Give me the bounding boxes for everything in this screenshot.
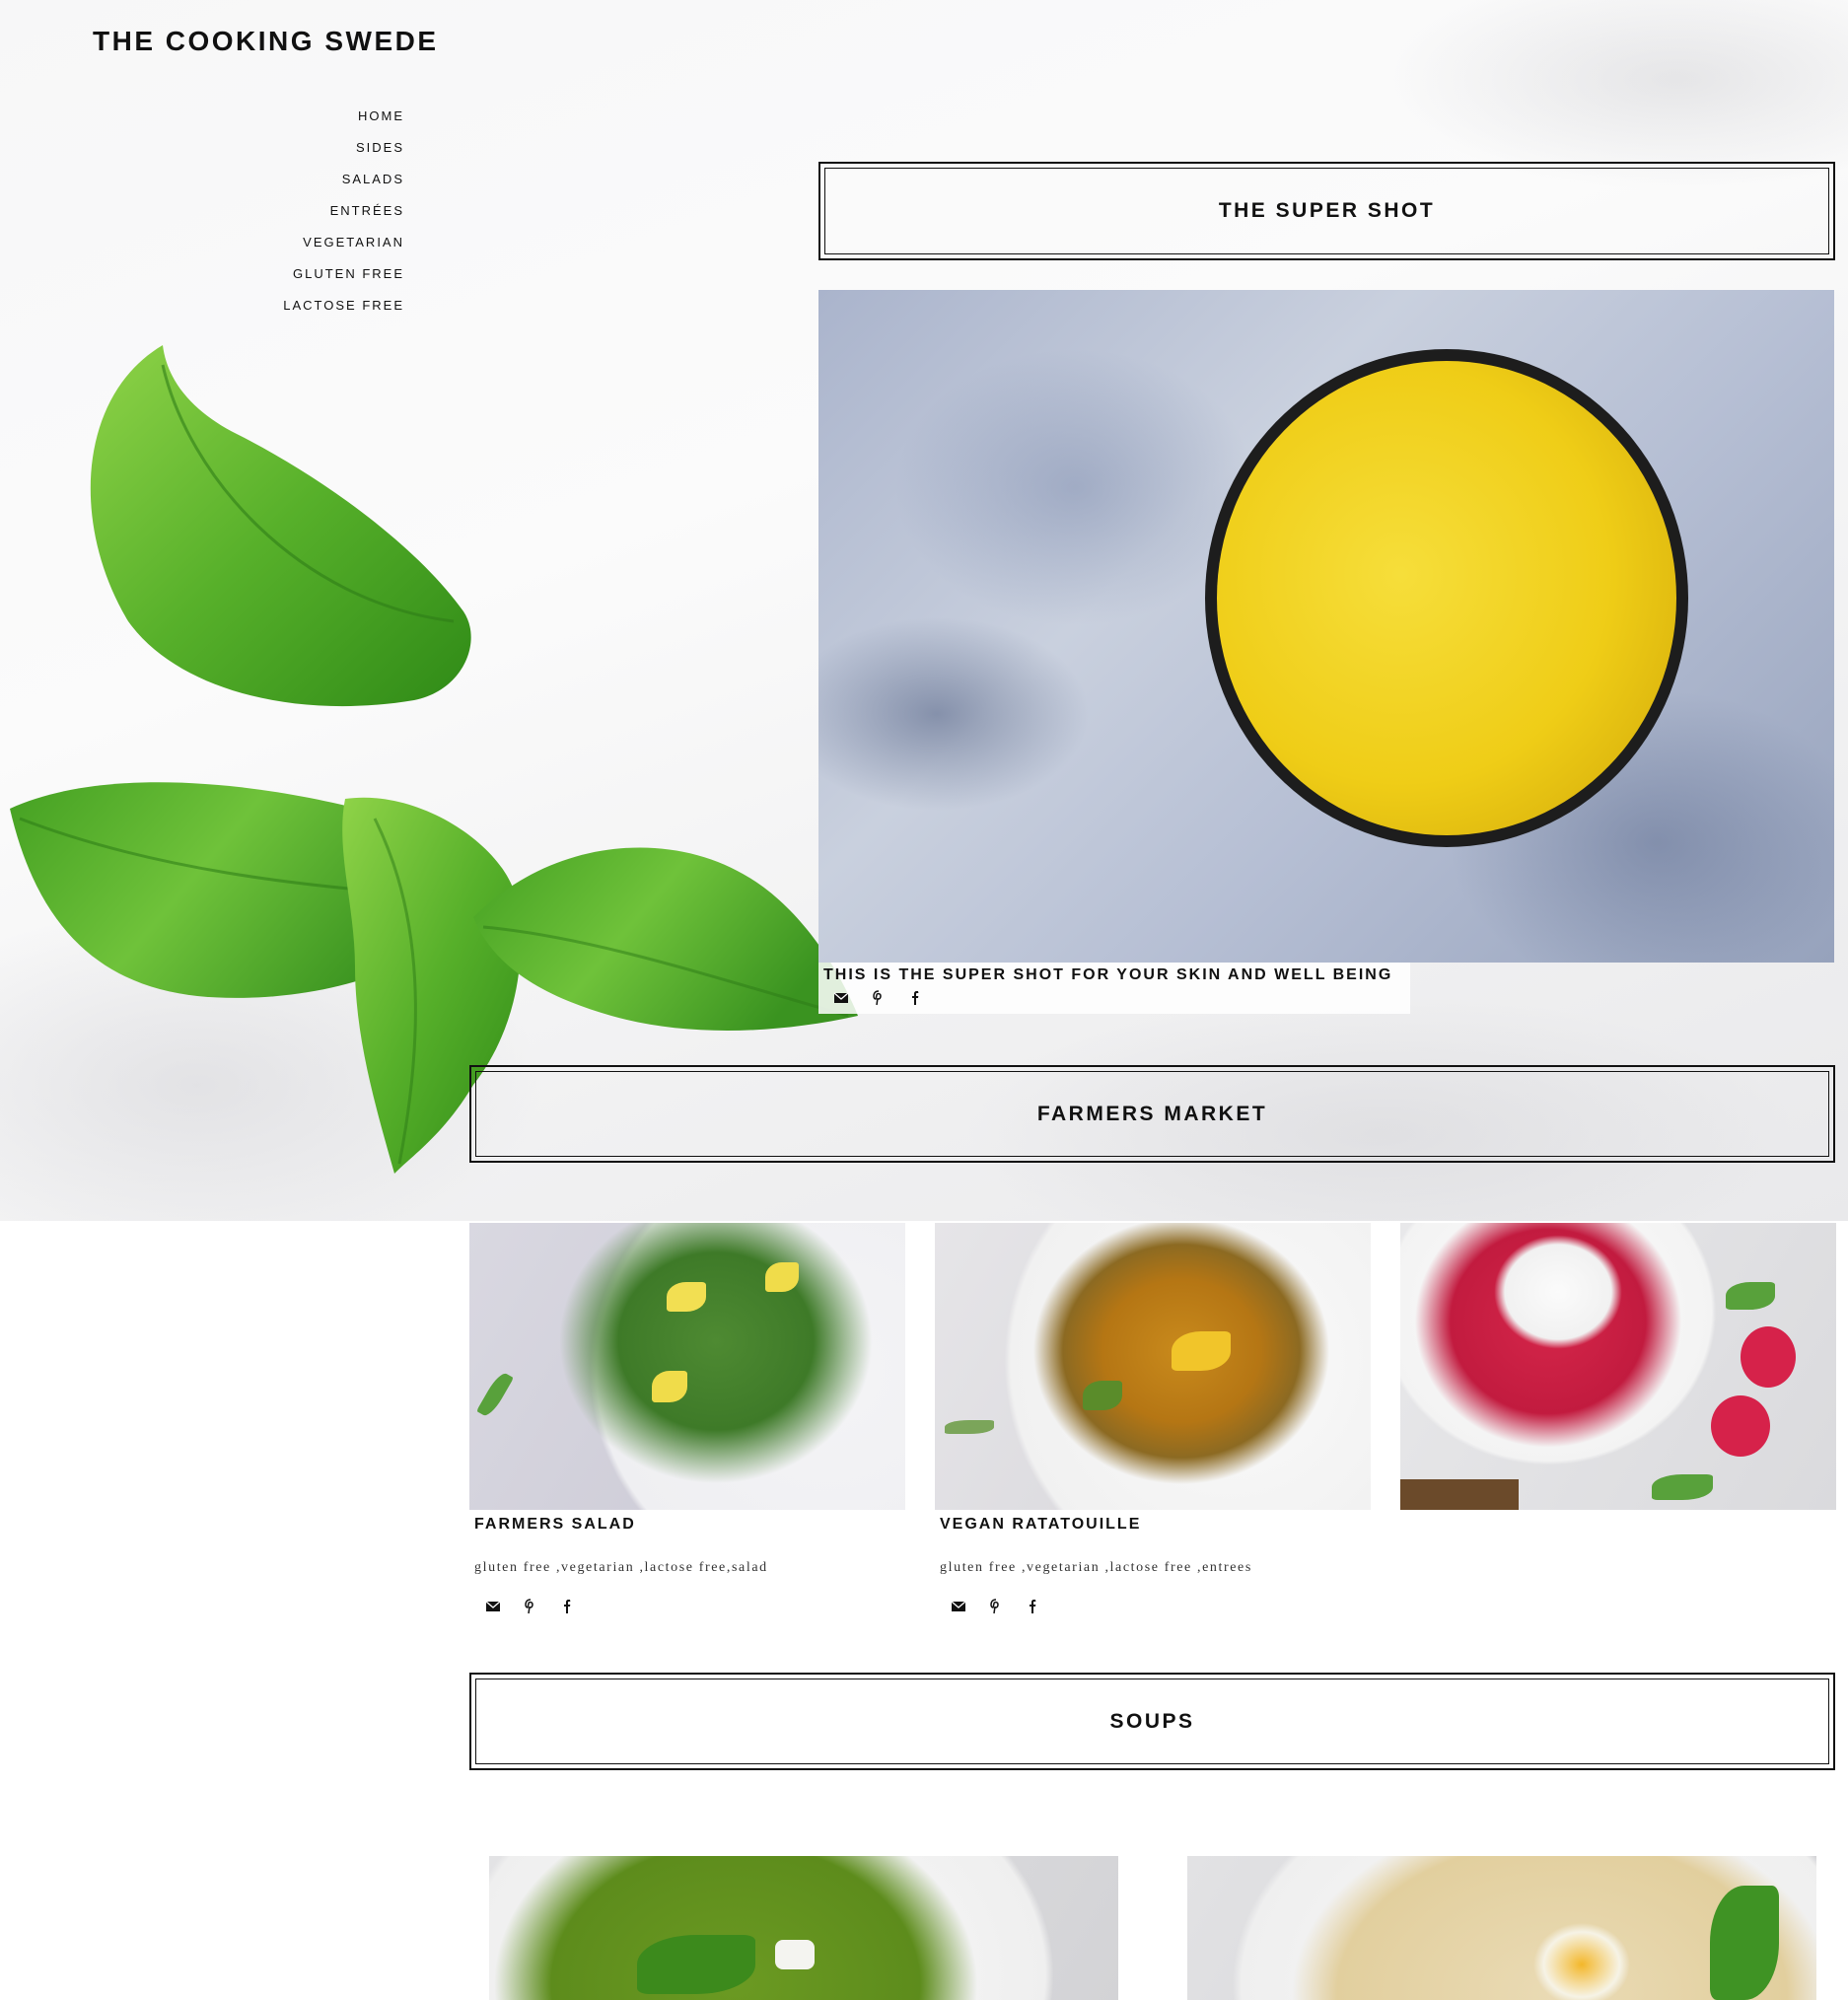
facebook-icon[interactable] bbox=[907, 989, 925, 1007]
pinterest-icon[interactable] bbox=[522, 1598, 539, 1615]
basil-leaves-image bbox=[10, 345, 858, 1174]
farmers-salad-photo[interactable] bbox=[469, 1223, 905, 1510]
featured-photo[interactable] bbox=[818, 290, 1834, 963]
golden-drink bbox=[1217, 361, 1676, 835]
recipe-card[interactable]: VEGAN RATATOUILLE gluten free ,vegetaria… bbox=[935, 1223, 1371, 1614]
facebook-icon[interactable] bbox=[559, 1598, 577, 1615]
vegan-ratatouille-photo[interactable] bbox=[935, 1223, 1371, 1510]
nav-item-home[interactable]: HOME bbox=[283, 101, 404, 132]
nav-item-salads[interactable]: SALADS bbox=[283, 164, 404, 195]
mail-icon[interactable] bbox=[832, 989, 850, 1007]
mail-icon[interactable] bbox=[484, 1598, 502, 1615]
nav-item-sides[interactable]: SIDES bbox=[283, 132, 404, 164]
raspberry-bowl-photo[interactable] bbox=[1400, 1223, 1836, 1510]
recipe-title[interactable]: FARMERS SALAD bbox=[474, 1516, 636, 1534]
nav-item-vegetarian[interactable]: VEGETARIAN bbox=[283, 227, 404, 258]
nav-item-lactose-free[interactable]: LACTOSE FREE bbox=[283, 290, 404, 321]
recipe-share-bar bbox=[950, 1598, 1042, 1615]
main-nav: HOME SIDES SALADS ENTRÉES VEGETARIAN GLU… bbox=[283, 101, 404, 321]
site-title[interactable]: THE COOKING SWEDE bbox=[93, 26, 439, 57]
section-header-super-shot: THE SUPER SHOT bbox=[818, 162, 1835, 260]
featured-title[interactable]: THIS IS THE SUPER SHOT FOR YOUR SKIN AND… bbox=[823, 966, 1392, 984]
pinterest-icon[interactable] bbox=[987, 1598, 1005, 1615]
pinterest-icon[interactable] bbox=[870, 989, 888, 1007]
recipe-title[interactable]: VEGAN RATATOUILLE bbox=[940, 1516, 1141, 1534]
recipe-tags[interactable]: gluten free ,vegetarian ,lactose free ,e… bbox=[940, 1560, 1252, 1576]
section-title[interactable]: FARMERS MARKET bbox=[475, 1071, 1829, 1157]
recipe-share-bar bbox=[484, 1598, 577, 1615]
recipe-card[interactable]: FARMERS SALAD gluten free ,vegetarian ,l… bbox=[469, 1223, 905, 1614]
mail-icon[interactable] bbox=[950, 1598, 967, 1615]
section-title[interactable]: SOUPS bbox=[475, 1679, 1829, 1764]
section-header-farmers-market: FARMERS MARKET bbox=[469, 1065, 1835, 1163]
nav-item-entrees[interactable]: ENTRÉES bbox=[283, 195, 404, 227]
egg-soup-photo[interactable] bbox=[1187, 1856, 1816, 2000]
recipe-tags[interactable]: gluten free ,vegetarian ,lactose free,sa… bbox=[474, 1560, 768, 1576]
facebook-icon[interactable] bbox=[1025, 1598, 1042, 1615]
section-title[interactable]: THE SUPER SHOT bbox=[824, 168, 1829, 254]
section-header-soups: SOUPS bbox=[469, 1673, 1835, 1770]
featured-share-bar bbox=[832, 989, 925, 1007]
green-soup-photo[interactable] bbox=[489, 1856, 1118, 2000]
nav-item-gluten-free[interactable]: GLUTEN FREE bbox=[283, 258, 404, 290]
recipe-card[interactable] bbox=[1400, 1223, 1836, 1510]
